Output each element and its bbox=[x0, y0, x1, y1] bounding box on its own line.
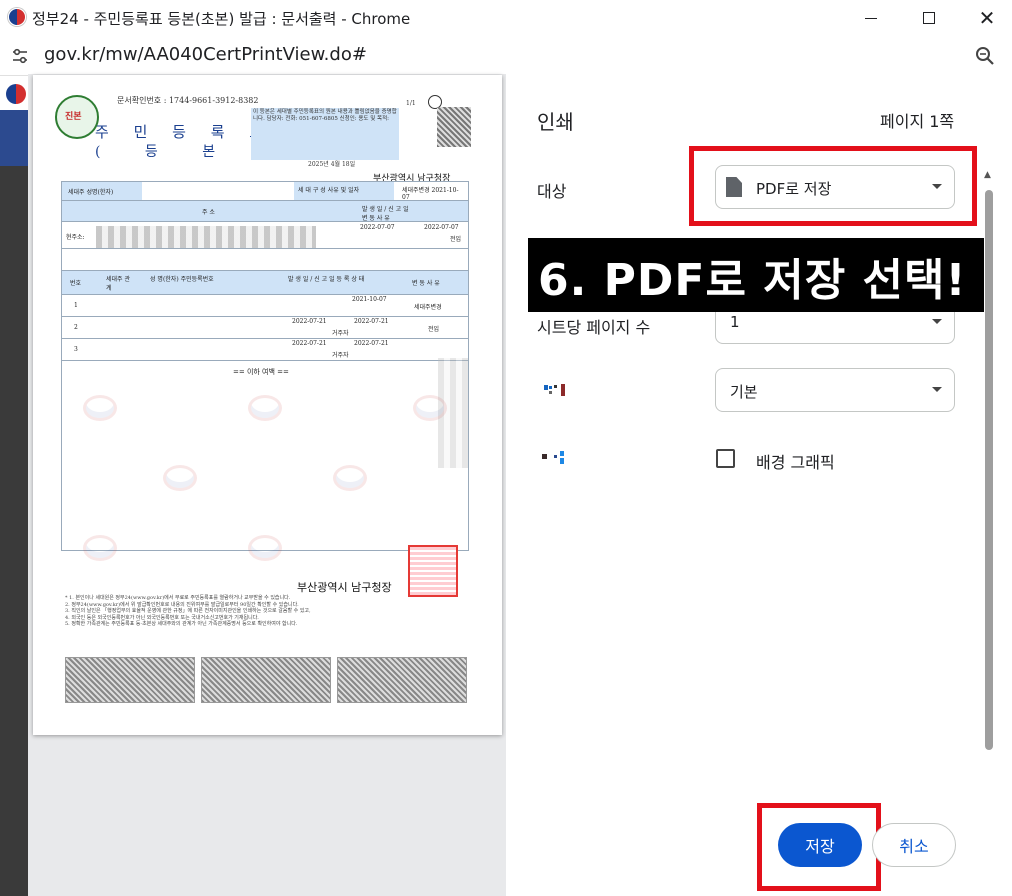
zoom-icon[interactable] bbox=[974, 45, 996, 67]
pages-per-sheet-label: 시트당 페이지 수 bbox=[537, 318, 651, 337]
row-status: 거주자 bbox=[332, 352, 349, 359]
site-info-icon[interactable] bbox=[10, 46, 30, 66]
resident-table: 세대주 성명(한자) 세 대 구 성 사유 및 일자 세대주변경 2021-10… bbox=[61, 181, 469, 551]
row-no: 1 bbox=[74, 302, 78, 309]
destination-highlight bbox=[689, 146, 977, 226]
watermark bbox=[333, 465, 367, 491]
background-graphics-label: 배경 그래픽 bbox=[756, 453, 835, 472]
row-no: 3 bbox=[74, 346, 78, 353]
watermark bbox=[83, 395, 117, 421]
cancel-button[interactable]: 취소 bbox=[872, 823, 956, 867]
chevron-down-icon bbox=[932, 319, 942, 324]
url-text[interactable]: gov.kr/mw/AA040CertPrintView.do# bbox=[44, 44, 367, 65]
barcode bbox=[65, 657, 195, 703]
margins-icon bbox=[544, 384, 565, 396]
instruction-text: 6. PDF로 저장 선택! bbox=[538, 255, 967, 306]
gov24-logo-icon bbox=[8, 8, 26, 26]
row-reason: 전입 bbox=[428, 326, 440, 333]
print-title: 인쇄 bbox=[537, 110, 574, 134]
qr-code bbox=[437, 107, 471, 147]
col-name: 성 명(한자) 주민등록번호 bbox=[150, 276, 214, 283]
row-no: 2 bbox=[74, 324, 78, 331]
owner-label: 세대주 성명(한자) bbox=[68, 189, 114, 196]
close-button[interactable]: ✕ bbox=[964, 0, 1010, 36]
row-date2: 2022-07-21 bbox=[354, 340, 389, 347]
destination-label: 대상 bbox=[537, 182, 567, 201]
composition-label: 세 대 구 성 사유 및 일자 bbox=[298, 187, 360, 194]
document-notes: * 1. 본인이나 세대원은 정부24(www.gov.kr)에서 무료로 주민… bbox=[65, 595, 311, 627]
official-seal bbox=[408, 545, 458, 597]
date-header: 발 생 일 / 신 고 일 bbox=[362, 206, 409, 213]
footer-office: 부산광역시 남구청장 bbox=[297, 581, 392, 594]
pages-per-sheet-value: 1 bbox=[730, 313, 740, 331]
title-bar: 정부24 - 주민등록표 등본(초본) 발급 : 문서출력 - Chrome ✕ bbox=[0, 0, 1012, 36]
document-subtitle: ( 등 본 ) bbox=[95, 144, 286, 160]
chevron-down-icon bbox=[932, 387, 942, 392]
document-page: 1/1 bbox=[406, 100, 416, 107]
row-date1: 2021-10-07 bbox=[352, 296, 387, 303]
watermark bbox=[248, 535, 282, 561]
row-date1: 2022-07-21 bbox=[292, 340, 327, 347]
certification-text: 이 등본은 세대별 주민등록표의 원본 내용과 틀림없음을 증명합니다. 담당자… bbox=[253, 109, 397, 122]
barcode bbox=[337, 657, 467, 703]
minimize-icon bbox=[865, 17, 877, 19]
col-no: 번호 bbox=[70, 280, 82, 287]
authentic-seal: 진본 bbox=[55, 95, 99, 139]
redacted-address bbox=[96, 226, 316, 248]
close-icon: ✕ bbox=[978, 6, 996, 30]
page-logo-icon bbox=[6, 84, 26, 104]
col-reason: 변 동 사 유 bbox=[412, 280, 440, 287]
row-reason: 세대주변경 bbox=[414, 304, 442, 311]
save-button[interactable]: 저장 bbox=[778, 823, 862, 867]
scroll-up-icon[interactable]: ▲ bbox=[984, 170, 991, 180]
document-title: 주 민 등 록 표 bbox=[95, 123, 274, 141]
maximize-icon bbox=[923, 12, 935, 24]
dialog-scrollbar[interactable] bbox=[985, 190, 993, 750]
options-icon bbox=[542, 451, 564, 464]
composition-value: 세대주변경 2021-10-07 bbox=[402, 187, 459, 201]
page-count: 페이지 1쪽 bbox=[880, 112, 955, 131]
watermark bbox=[163, 465, 197, 491]
maximize-button[interactable] bbox=[906, 0, 952, 36]
row-date1: 2022-07-21 bbox=[292, 318, 327, 325]
address-bar: gov.kr/mw/AA040CertPrintView.do# bbox=[0, 36, 1012, 76]
row-date2: 2022-07-21 bbox=[354, 318, 389, 325]
print-preview-page: 진본 문서확인번호 : 1744-9661-3912-8382 1/1 주 민 … bbox=[33, 75, 502, 735]
watermark bbox=[248, 395, 282, 421]
background-graphics-checkbox[interactable] bbox=[716, 449, 735, 468]
address-date2: 2022-07-07 bbox=[424, 224, 459, 231]
issue-date: 2025년 4월 18일 bbox=[308, 161, 356, 168]
margins-select[interactable]: 기본 bbox=[715, 368, 955, 412]
instruction-banner: 6. PDF로 저장 선택! bbox=[528, 238, 984, 312]
page-overlay bbox=[0, 166, 30, 896]
col-date: 발 생 일 / 신 고 일 등 록 상 태 bbox=[288, 276, 365, 283]
end-mark: == 이하 여백 == bbox=[233, 368, 289, 376]
address-reason: 전입 bbox=[450, 236, 462, 243]
window-title: 정부24 - 주민등록표 등본(초본) 발급 : 문서출력 - Chrome bbox=[32, 10, 411, 28]
barcode bbox=[201, 657, 331, 703]
watermark bbox=[413, 395, 447, 421]
address-header: 주 소 bbox=[202, 209, 215, 216]
address-label: 현주소: bbox=[66, 234, 85, 241]
watermark bbox=[83, 535, 117, 561]
address-date1: 2022-07-07 bbox=[360, 224, 395, 231]
minimize-button[interactable] bbox=[848, 0, 894, 36]
margins-value: 기본 bbox=[730, 383, 758, 401]
document-number: 문서확인번호 : 1744-9661-3912-8382 bbox=[117, 96, 259, 105]
row-status: 거주자 bbox=[332, 330, 349, 337]
col-relation: 세대주 관계 bbox=[106, 276, 130, 292]
page-header-strip bbox=[0, 110, 30, 170]
